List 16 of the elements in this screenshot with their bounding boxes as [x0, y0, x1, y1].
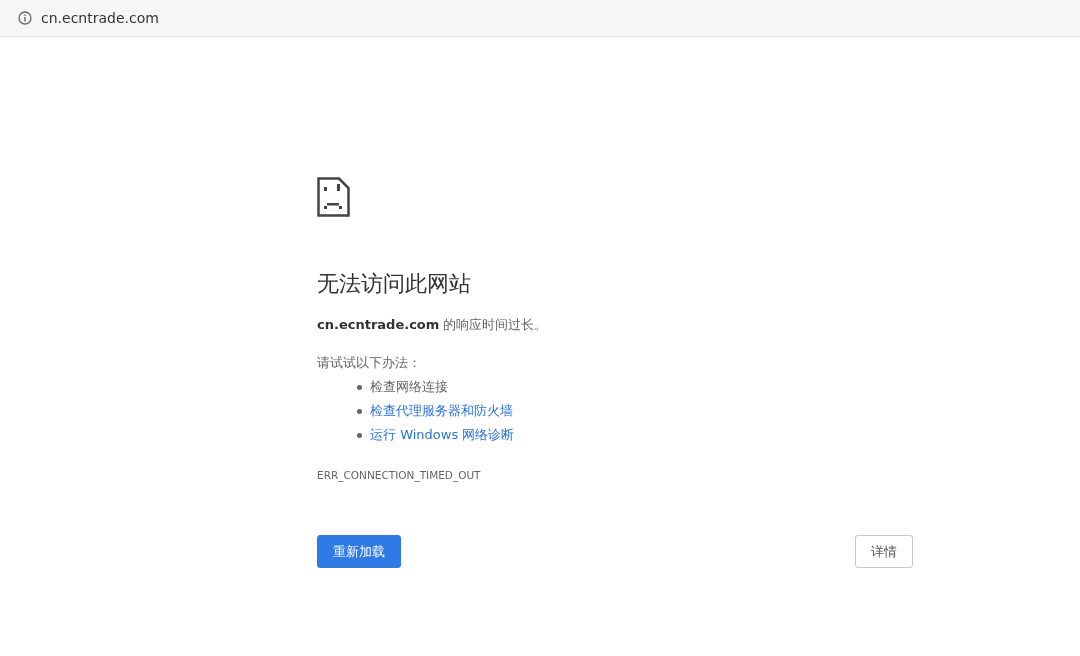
suggestion-text: 检查网络连接	[370, 378, 448, 396]
suggestions-heading: 请试试以下办法：	[317, 354, 422, 372]
url-text: cn.ecntrade.com	[41, 10, 159, 26]
details-button[interactable]: 详情	[855, 535, 913, 568]
reload-button[interactable]: 重新加载	[317, 535, 401, 568]
error-title: 无法访问此网站	[317, 270, 472, 298]
bullet-icon	[357, 432, 362, 438]
address-bar[interactable]: cn.ecntrade.com	[0, 0, 1080, 37]
suggestion-link[interactable]: 检查代理服务器和防火墙	[370, 399, 513, 423]
suggestion-link[interactable]: 运行 Windows 网络诊断	[370, 423, 515, 447]
error-message: cn.ecntrade.com 的响应时间过长。	[317, 316, 549, 334]
bullet-icon	[357, 384, 362, 390]
bullet-icon	[357, 408, 362, 414]
sad-page-icon	[317, 177, 350, 217]
error-code: ERR_CONNECTION_TIMED_OUT	[317, 469, 482, 481]
info-icon[interactable]	[18, 11, 32, 25]
